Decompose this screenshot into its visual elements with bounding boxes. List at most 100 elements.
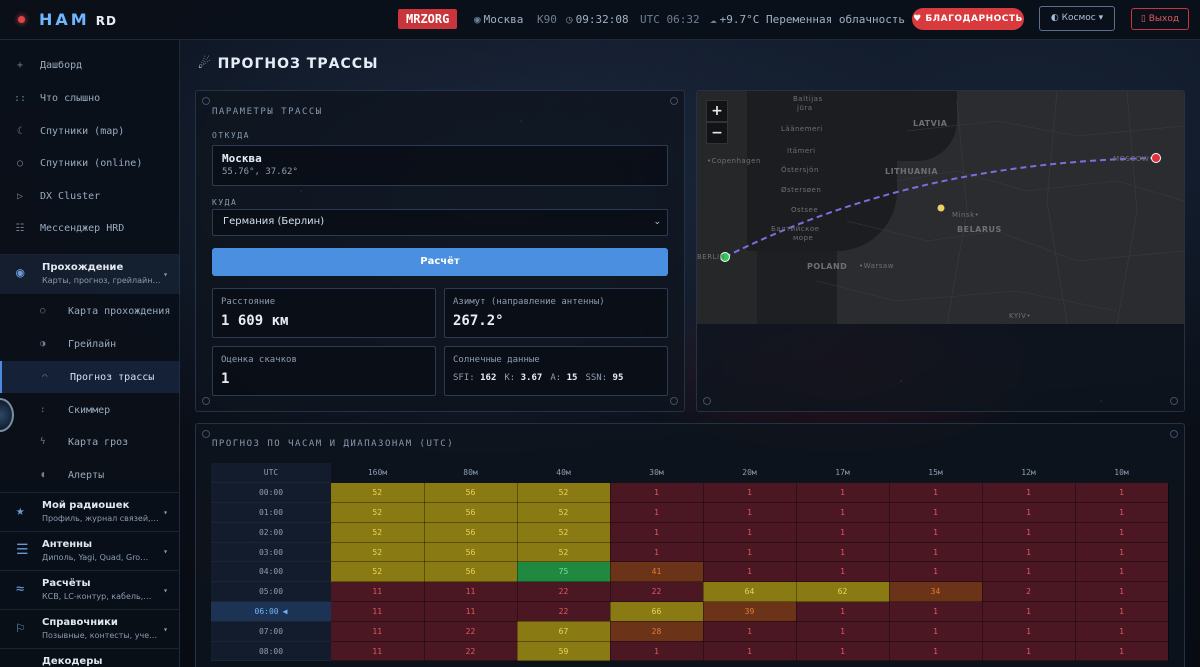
satellite-icon: ☄ (198, 56, 212, 72)
forecast-cell: 1 (889, 601, 983, 622)
forecast-cell: 1 (1075, 542, 1169, 563)
sidebar-item-propagation-map[interactable]: ○ Карта прохождения (0, 295, 180, 327)
sidebar-group-calculations[interactable]: ≈ Расчёты КСВ, LC-контур, кабель,… ▾ (0, 570, 180, 610)
corner-dot-icon (1170, 397, 1178, 405)
circle-icon: ○ (40, 306, 46, 316)
forecast-cell: 11 (331, 621, 425, 642)
sidebar-group-propagation[interactable]: ◉ Прохождение Карты, прогноз, грейлайн… … (0, 254, 180, 294)
forecast-cell: 1 (889, 482, 983, 504)
forecast-cell: 1 (610, 482, 704, 504)
zoom-in-button[interactable]: + (706, 100, 728, 122)
sidebar-item-satellites-map[interactable]: ☾ Спутники (map) (0, 115, 180, 147)
sidebar-item-storm-map[interactable]: ϟ Карта гроз (0, 426, 180, 458)
sidebar-group-my-shack[interactable]: ★ Мой радиошек Профиль, журнал связей,… … (0, 492, 180, 532)
forecast-cell: 52 (331, 482, 425, 504)
forecast-cell: 1 (1075, 581, 1169, 603)
arc-icon: ⌒ (42, 372, 48, 382)
callsign-badge[interactable]: MRZORG (398, 9, 458, 29)
utc-hour-cell: 05:00 (211, 581, 331, 603)
band-header: 17м (835, 468, 850, 478)
forecast-cell: 1 (982, 522, 1076, 543)
utc-hour-cell: 07:00 (211, 621, 331, 642)
forecast-cell: 1 (1075, 601, 1169, 622)
forecast-cell: 52 (517, 522, 611, 543)
forecast-cell: 1 (796, 601, 890, 622)
forecast-cell: 1 (703, 621, 797, 642)
sidebar-item-whats-heard[interactable]: :: Что слышно (0, 82, 180, 114)
forecast-cell: 1 (1075, 561, 1169, 583)
from-field[interactable]: Москва 55.76°, 37.62° (212, 145, 668, 186)
forecast-cell: 52 (331, 502, 425, 523)
forecast-cell: 52 (517, 502, 611, 523)
forecast-cell: 52 (517, 542, 611, 563)
forecast-cell: 52 (331, 561, 425, 583)
forecast-cell: 1 (889, 522, 983, 543)
theme-icon: ◐ (1050, 13, 1062, 23)
distance-value: 1 609 км (221, 313, 289, 329)
band-header: 80м (463, 468, 478, 478)
band-header: 10м (1114, 468, 1129, 478)
forecast-cell: 1 (796, 522, 890, 543)
app-logo[interactable]: HAM RD (18, 10, 178, 29)
theme-select-button[interactable]: ◐ Космос ▾ (1039, 6, 1115, 31)
forecast-cell: 1 (610, 641, 704, 662)
forecast-cell: 1 (1075, 621, 1169, 642)
utc-hour-cell: 08:00 (211, 641, 331, 662)
forecast-cell: 1 (610, 522, 704, 543)
logo-dot-icon (18, 16, 25, 23)
forecast-body: 00:00 52 56 52 1 1 1 1 1 1 01:00 52 56 52 1 1 1 1 1 1 02:00 5… (211, 482, 1169, 662)
thanks-button[interactable]: ♥ БЛАГОДАРНОСТЬ (912, 8, 1024, 30)
sidebar-group-references[interactable]: ⚐ Справочники Позывные, контесты, уче… ▾ (0, 609, 180, 649)
forecast-row: 08:00 11 22 59 1 1 1 1 1 1 (211, 641, 1169, 662)
forecast-cell: 1 (982, 482, 1076, 504)
sidebar-item-satellites-online[interactable]: ○ Спутники (online) (0, 147, 180, 179)
zoom-out-button[interactable]: − (706, 122, 728, 144)
calculate-button[interactable]: Расчёт (212, 248, 668, 276)
forecast-cell: 11 (424, 581, 518, 603)
forecast-row: 00:00 52 56 52 1 1 1 1 1 1 (211, 482, 1169, 504)
sidebar-group-antennas[interactable]: ☰ Антенны Диполь, Yagi, Quad, Gro… ▾ (0, 531, 180, 571)
forecast-cell: 1 (889, 542, 983, 563)
grid-locator: K90 (537, 13, 557, 26)
utc-hour-cell: 02:00 (211, 522, 331, 543)
local-time: 09:32:08 (575, 13, 629, 26)
forecast-cell: 56 (424, 542, 518, 563)
forecast-cell: 22 (424, 641, 518, 662)
chevron-down-icon: ▾ (163, 508, 168, 517)
utc-hour-cell: 00:00 (211, 482, 331, 504)
chevron-down-icon: ▾ (163, 547, 168, 556)
forecast-cell: 22 (424, 621, 518, 642)
weather-indicator: ☁ +9.7°C Переменная облачность (710, 13, 905, 26)
dots-icon: : (40, 405, 46, 415)
forecast-row: 06:00 ◀ 11 11 22 66 39 1 1 1 1 (211, 601, 1169, 622)
forecast-cell: 1 (703, 482, 797, 504)
moon-icon: ☾ (16, 125, 24, 137)
sidebar-item-dashboard[interactable]: + Дашборд (0, 49, 180, 81)
sidebar-item-skimmer[interactable]: : Скиммер (0, 394, 180, 426)
sidebar: + Дашборд :: Что слышно ☾ Спутники (map) ○ С… (0, 40, 180, 667)
sidebar-item-grayline[interactable]: ◑ Грейлайн (0, 328, 180, 360)
location-indicator: ◉ Москва (474, 13, 523, 26)
cloud-icon: ☁ (710, 13, 717, 26)
forecast-cell: 39 (703, 601, 797, 622)
list-icon: ☷ (15, 222, 25, 234)
forecast-cell: 64 (703, 581, 797, 603)
forecast-cell: 1 (1075, 522, 1169, 543)
forecast-cell: 11 (331, 641, 425, 662)
forecast-row: 03:00 52 56 52 1 1 1 1 1 1 (211, 542, 1169, 563)
logout-button[interactable]: ▯ Выход (1131, 8, 1189, 30)
clock-icon: ◷ (566, 13, 573, 26)
sidebar-group-decoders[interactable]: Декодеры (0, 648, 180, 667)
route-map[interactable]: Baltijas jūra Läänemeri Itämeri Östersjö… (697, 91, 1184, 324)
forecast-cell: 1 (610, 502, 704, 523)
chevron-down-icon: ▾ (163, 625, 168, 634)
forecast-cell: 1 (796, 641, 890, 662)
sidebar-item-path-forecast[interactable]: ⌒ Прогноз трассы (0, 361, 180, 393)
destination-select[interactable]: Германия (Берлин) ⌄ (212, 209, 668, 236)
from-label: ОТКУДА (212, 131, 250, 140)
sidebar-item-messenger[interactable]: ☷ Мессенджер HRD (0, 212, 180, 244)
forecast-cell: 1 (796, 482, 890, 504)
band-header: 12м (1021, 468, 1036, 478)
sidebar-item-alerts[interactable]: ◖ Алерты (0, 459, 180, 491)
sidebar-item-dx-cluster[interactable]: ▷ DX Cluster (0, 180, 180, 212)
